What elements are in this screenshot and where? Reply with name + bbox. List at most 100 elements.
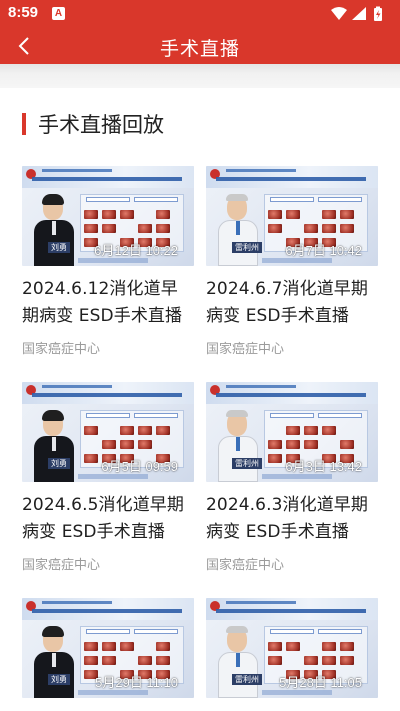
section-accent-bar <box>22 113 26 135</box>
endoscopy-image <box>84 426 98 435</box>
video-source: 国家癌症中心 <box>206 558 285 573</box>
video-thumbnail[interactable]: 刘勇 6月5日 09:59 <box>22 382 194 482</box>
endoscopy-image <box>84 224 98 233</box>
video-thumbnail[interactable]: 雷利州 6月7日 10:42 <box>206 166 378 266</box>
endoscopy-image <box>268 642 282 651</box>
endoscopy-image <box>102 210 116 219</box>
video-source: 国家癌症中心 <box>206 342 285 357</box>
notification-icon: A <box>52 7 65 20</box>
video-thumbnail[interactable]: 雷利州 6月3日 13:42 <box>206 382 378 482</box>
speaker-portrait <box>32 626 76 698</box>
endoscopy-image <box>120 440 134 449</box>
endoscopy-image <box>268 224 282 233</box>
endoscopy-image <box>120 210 134 219</box>
speaker-name: 雷利州 <box>232 674 262 685</box>
video-thumbnail[interactable]: 刘勇 6月12日 10:22 <box>22 166 194 266</box>
endoscopy-image <box>268 210 282 219</box>
endoscopy-image <box>322 210 336 219</box>
endoscopy-image <box>102 440 116 449</box>
video-date-overlay: 5月28日 11:05 <box>279 675 362 690</box>
endoscopy-image <box>120 426 134 435</box>
endoscopy-image <box>304 656 318 665</box>
endoscopy-image <box>156 426 170 435</box>
speaker-name: 刘勇 <box>48 674 70 685</box>
video-thumbnail[interactable]: 雷利州 5月28日 11:05 <box>206 598 378 698</box>
video-title[interactable]: 2024.6.3消化道早期病变 ESD手术直播 <box>206 492 378 546</box>
video-card[interactable]: 雷利州 5月28日 11:05 <box>206 598 378 708</box>
endoscopy-image <box>156 656 170 665</box>
endoscopy-image <box>340 224 354 233</box>
endoscopy-image <box>138 656 152 665</box>
endoscopy-image <box>268 440 282 449</box>
thumbnail-banner <box>22 166 194 188</box>
thumbnail-banner <box>22 382 194 404</box>
endoscopy-image <box>322 426 336 435</box>
status-bar: 8:59 A <box>0 0 400 28</box>
header-divider <box>0 64 400 88</box>
signal-icon <box>352 7 366 20</box>
video-title[interactable]: 2024.6.12消化道早期病变 ESD手术直播 <box>22 276 194 330</box>
endoscopy-image <box>120 642 134 651</box>
endoscopy-image <box>340 440 354 449</box>
status-icons <box>330 6 390 22</box>
thumbnail-banner <box>22 598 194 620</box>
endoscopy-image <box>268 454 282 463</box>
thumbnail-banner <box>206 598 378 620</box>
battery-icon <box>374 6 382 21</box>
endoscopy-image <box>304 440 318 449</box>
endoscopy-image <box>84 656 98 665</box>
video-card[interactable]: 刘勇 6月12日 10:22 2024.6.12消化道早期病变 ESD手术直播国家癌… <box>22 166 194 357</box>
speaker-portrait <box>32 410 76 482</box>
thumbnail-banner <box>206 382 378 404</box>
endoscopy-image <box>340 210 354 219</box>
video-source: 国家癌症中心 <box>22 558 101 573</box>
endoscopy-image <box>102 656 116 665</box>
endoscopy-image <box>340 642 354 651</box>
speaker-portrait <box>216 194 260 266</box>
speaker-portrait <box>32 194 76 266</box>
video-title[interactable]: 2024.6.5消化道早期病变 ESD手术直播 <box>22 492 194 546</box>
video-date-overlay: 5月29日 11:10 <box>95 675 178 690</box>
video-thumbnail[interactable]: 刘勇 5月29日 11:10 <box>22 598 194 698</box>
endoscopy-image <box>156 210 170 219</box>
endoscopy-image <box>156 224 170 233</box>
endoscopy-image <box>138 440 152 449</box>
endoscopy-image <box>156 642 170 651</box>
speaker-name: 刘勇 <box>48 242 70 253</box>
speaker-name: 刘勇 <box>48 458 70 469</box>
wifi-icon <box>331 7 347 20</box>
video-source: 国家癌症中心 <box>22 342 101 357</box>
speaker-name: 雷利州 <box>232 458 262 469</box>
endoscopy-image <box>322 642 336 651</box>
endoscopy-image <box>286 642 300 651</box>
page-title: 手术直播 <box>159 38 240 60</box>
video-card[interactable]: 刘勇 5月29日 11:10 <box>22 598 194 708</box>
endoscopy-image <box>102 642 116 651</box>
section-header: 手术直播回放 <box>22 112 164 137</box>
video-date-overlay: 6月12日 10:22 <box>94 243 178 258</box>
video-title[interactable]: 2024.6.7消化道早期病变 ESD手术直播 <box>206 276 378 330</box>
endoscopy-image <box>268 656 282 665</box>
content-area[interactable]: 手术直播回放 刘勇 6月12日 10:22 2024.6.12消化道早期病变 ESD… <box>0 88 400 711</box>
speaker-portrait <box>216 626 260 698</box>
video-date-overlay: 6月3日 13:42 <box>285 459 362 474</box>
endoscopy-image <box>304 224 318 233</box>
endoscopy-image <box>102 224 116 233</box>
video-date-overlay: 6月5日 09:59 <box>101 459 178 474</box>
endoscopy-image <box>322 656 336 665</box>
video-card[interactable]: 雷利州 6月7日 10:42 2024.6.7消化道早期病变 ESD手术直播国家癌症… <box>206 166 378 357</box>
endoscopy-image <box>286 426 300 435</box>
endoscopy-image <box>304 426 318 435</box>
video-card[interactable]: 刘勇 6月5日 09:59 2024.6.5消化道早期病变 ESD手术直播国家癌症中… <box>22 382 194 573</box>
endoscopy-image <box>84 642 98 651</box>
video-card[interactable]: 雷利州 6月3日 13:42 2024.6.3消化道早期病变 ESD手术直播国家癌症… <box>206 382 378 573</box>
status-time: 8:59 <box>8 4 39 21</box>
endoscopy-image <box>84 210 98 219</box>
speaker-name: 雷利州 <box>232 242 262 253</box>
app-header: 手术直播 <box>0 28 400 64</box>
endoscopy-image <box>286 210 300 219</box>
section-title: 手术直播回放 <box>38 113 164 137</box>
endoscopy-image <box>138 426 152 435</box>
thumbnail-banner <box>206 166 378 188</box>
speaker-portrait <box>216 410 260 482</box>
